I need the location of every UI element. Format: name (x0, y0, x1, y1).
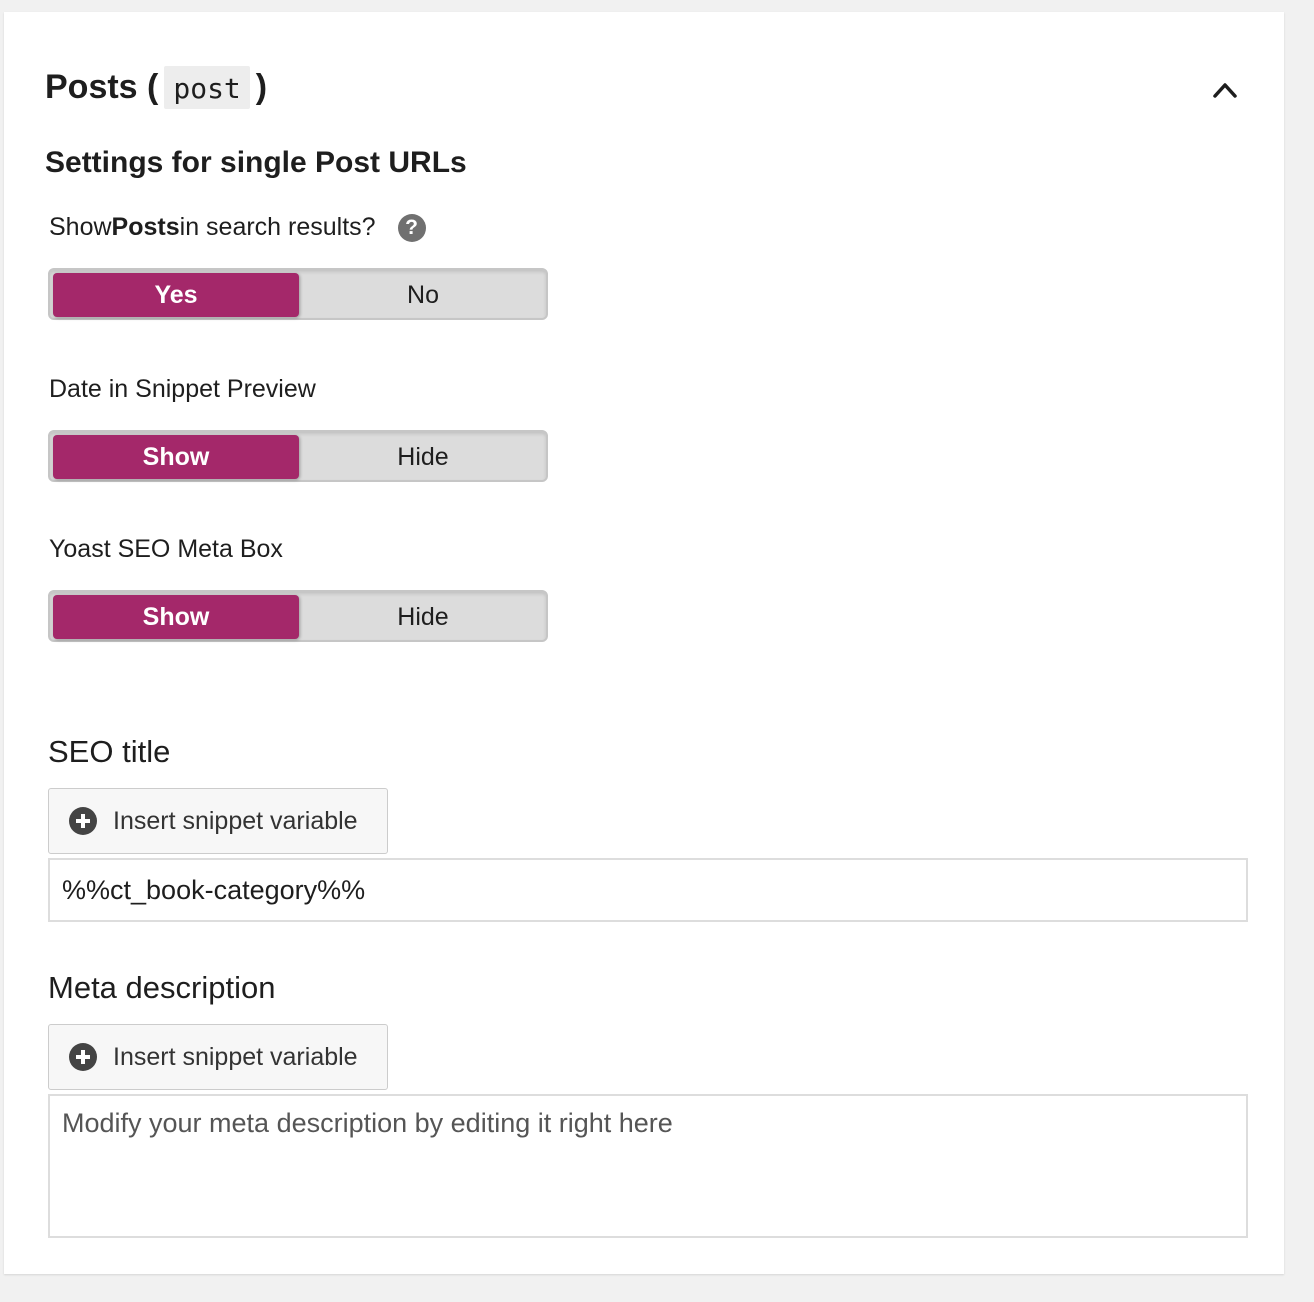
meta-box-hide-option[interactable]: Hide (300, 595, 546, 639)
panel-title-suffix: ) (255, 68, 268, 106)
seo-title-label: SEO title (48, 734, 171, 769)
section-heading: Settings for single Post URLs (45, 146, 467, 179)
date-snippet-show-option[interactable]: Show (53, 435, 299, 479)
meta-description-insert-snippet-label: Insert snippet variable (113, 1042, 358, 1071)
search-results-label-before: Show (49, 213, 112, 241)
meta-box-label: Yoast SEO Meta Box (49, 535, 283, 563)
meta-description-insert-snippet-button[interactable]: Insert snippet variable (48, 1024, 388, 1090)
meta-description-label: Meta description (48, 970, 276, 1005)
help-icon[interactable]: ? (397, 213, 426, 242)
chevron-up-icon[interactable] (1207, 72, 1243, 108)
meta-box-toggle: Show Hide (48, 590, 548, 642)
date-snippet-toggle: Show Hide (48, 430, 548, 482)
search-results-no-option[interactable]: No (300, 273, 546, 317)
post-type-settings-panel: Posts ( post ) Settings for single Post … (4, 12, 1284, 1274)
plus-circle-icon (69, 1043, 97, 1071)
date-snippet-hide-option[interactable]: Hide (300, 435, 546, 479)
search-results-toggle: Yes No (48, 268, 548, 320)
seo-title-input[interactable]: %%ct_book-category%% (48, 858, 1248, 922)
meta-description-input[interactable]: Modify your meta description by editing … (48, 1094, 1248, 1238)
search-results-label: Show Posts in search results? ? (49, 213, 426, 242)
panel-title: Posts ( post ) (45, 66, 267, 109)
search-results-yes-option[interactable]: Yes (53, 273, 299, 317)
meta-box-show-option[interactable]: Show (53, 595, 299, 639)
search-results-label-bold: Posts (111, 213, 180, 241)
plus-circle-icon (69, 807, 97, 835)
post-type-code: post (164, 66, 250, 109)
panel-title-prefix: Posts ( (45, 68, 159, 106)
date-snippet-label: Date in Snippet Preview (49, 375, 316, 403)
seo-title-insert-snippet-button[interactable]: Insert snippet variable (48, 788, 388, 854)
seo-title-insert-snippet-label: Insert snippet variable (113, 806, 358, 835)
search-results-label-after: in search results? (179, 213, 376, 241)
